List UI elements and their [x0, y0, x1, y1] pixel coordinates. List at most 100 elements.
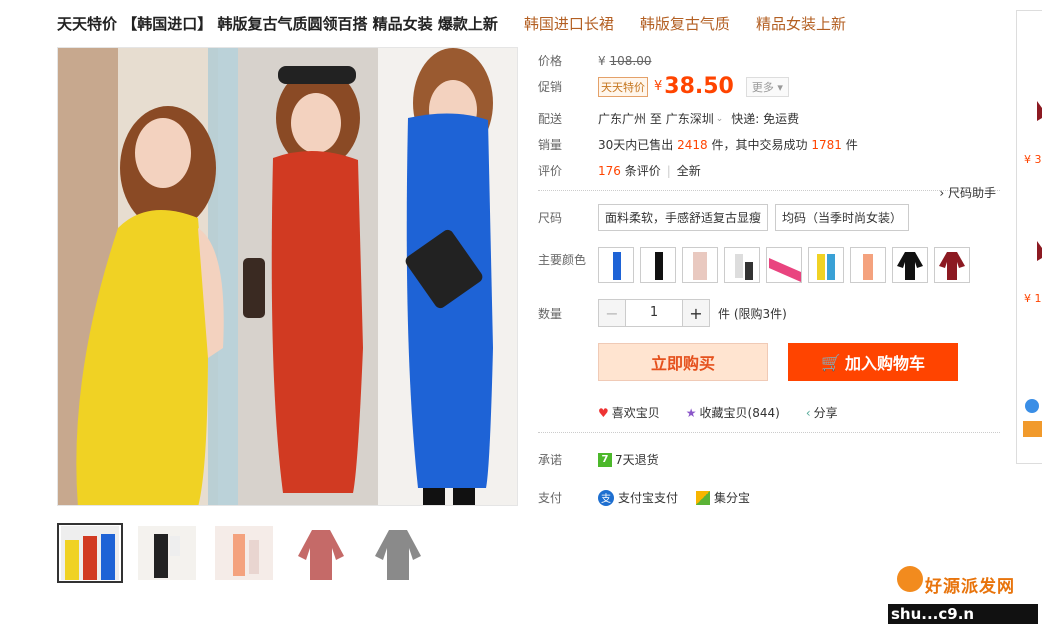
related-item-2-image[interactable]: [1023, 231, 1042, 291]
favorite-label: 收藏宝贝(844): [699, 406, 780, 420]
main-product-image[interactable]: [57, 47, 518, 506]
price-label: 价格: [538, 54, 563, 68]
like-label: 喜欢宝贝: [611, 406, 660, 420]
size-helper-link[interactable]: › 尺码助手: [939, 184, 996, 201]
chevron-down-icon: ▾: [777, 80, 783, 94]
promo-currency: ¥: [654, 79, 663, 94]
size-label: 尺码: [538, 211, 563, 225]
reviews-count-suffix: 条评价: [624, 164, 661, 178]
thumbnail-3[interactable]: [211, 523, 277, 583]
quantity-stepper: − 1 +: [598, 299, 710, 327]
payment-label: 支付: [538, 491, 563, 505]
social-actions: ♥ 喜欢宝贝 ★ 收藏宝贝(844) ‹ 分享: [598, 404, 864, 421]
return-7day-icon: 7: [598, 452, 612, 467]
share-icon: ‹: [805, 405, 811, 420]
watermark-logo: 好源派发网 shu...c9.n: [885, 566, 1042, 633]
more-promo-button[interactable]: 更多 ▾: [745, 76, 789, 97]
color-swatch-orange[interactable]: [850, 247, 886, 283]
related-sidebar: ¥ 3 ¥ 1: [1016, 10, 1042, 464]
alipay-icon: 支: [598, 489, 614, 506]
sales-row: 销量 30天内已售出 2418 件，其中交易成功 1781 件: [538, 136, 858, 153]
color-label: 主要颜色: [538, 253, 587, 267]
quantity-minus-button[interactable]: −: [599, 300, 625, 326]
alipay-text: 支付宝支付: [618, 491, 679, 505]
size-helper-arrow-icon: ›: [939, 186, 945, 200]
promise-row: 承诺 7 7天退货: [538, 451, 659, 468]
promo-row: 促销 天天特价 ¥ 38.50 更多 ▾: [538, 74, 789, 99]
related-item-1-price: ¥ 3: [1024, 153, 1042, 166]
sales-success-count: 1781: [811, 137, 842, 152]
product-title: 天天特价 【韩国进口】 韩版复古气质圆领百搭 精品女装 爆款上新: [57, 14, 498, 33]
service-tab[interactable]: [1023, 421, 1042, 437]
quantity-plus-button[interactable]: +: [683, 300, 709, 326]
cart-icon: 🛒: [821, 352, 841, 372]
size-row: 尺码 面料柔软，手感舒适复古显瘦 均码（当季时尚女装）: [538, 204, 916, 231]
color-swatch-yellow-blue[interactable]: [808, 247, 844, 283]
thumbnail-2[interactable]: [134, 523, 200, 583]
color-swatch-pink-print[interactable]: [682, 247, 718, 283]
reviews-condition: 全新: [676, 164, 701, 178]
size-option-1[interactable]: 面料柔软，手感舒适复古显瘦: [598, 204, 769, 231]
related-item-2-price: ¥ 1: [1024, 292, 1042, 305]
related-item-1-image[interactable]: [1023, 91, 1042, 151]
promo-price: 38.50: [664, 74, 734, 99]
promise-label: 承诺: [538, 453, 563, 467]
divider: [538, 432, 1000, 433]
tag-link-new[interactable]: 精品女装上新: [756, 13, 846, 34]
buy-now-label: 立即购买: [650, 354, 715, 373]
quantity-input[interactable]: 1: [625, 300, 683, 326]
promise-text[interactable]: 7天退货: [615, 451, 659, 468]
thumbnail-5[interactable]: [365, 523, 431, 583]
shipping-row: 配送 广东广州 至 广东深圳 ⌄ 快递: 免运费: [538, 110, 799, 127]
tag-link-korea-dress[interactable]: 韩国进口长裙: [524, 13, 614, 34]
tag-link-retro[interactable]: 韩版复古气质: [640, 13, 730, 34]
color-swatch-black[interactable]: [640, 247, 676, 283]
color-swatch-black-top[interactable]: [892, 247, 928, 283]
add-to-cart-label: 加入购物车: [844, 354, 925, 373]
sales-sold-count: 2418: [677, 137, 708, 152]
heart-icon: ♥: [598, 405, 609, 420]
reviews-row: 评价 176 条评价 | 全新: [538, 162, 701, 179]
sales-suffix: 件: [845, 138, 858, 152]
share-label: 分享: [813, 406, 838, 420]
color-swatch-pink[interactable]: [766, 247, 802, 283]
size-option-2[interactable]: 均码（当季时尚女装）: [775, 204, 910, 231]
color-swatch-red-top[interactable]: [934, 247, 970, 283]
sales-label: 销量: [538, 138, 563, 152]
title-bar: 天天特价 【韩国进口】 韩版复古气质圆领百搭 精品女装 爆款上新 韩国进口长裙 …: [57, 12, 846, 34]
watermark-top-text: 好源派发网: [925, 577, 1015, 597]
divider: [538, 190, 1000, 191]
add-to-cart-button[interactable]: 🛒 加入购物车: [788, 343, 958, 381]
buy-now-button[interactable]: 立即购买: [598, 343, 768, 381]
quantity-row: 数量 − 1 + 件 (限购3件): [538, 299, 787, 327]
jifenbao-icon: [696, 490, 711, 505]
color-swatch-white-black[interactable]: [724, 247, 760, 283]
quantity-label: 数量: [538, 306, 563, 321]
reviews-label: 评价: [538, 164, 563, 178]
service-icon[interactable]: [1025, 399, 1039, 413]
price-row: 价格 ¥ 108.00: [538, 52, 651, 69]
share-action[interactable]: ‹ 分享: [806, 404, 838, 421]
color-swatches: [598, 247, 976, 283]
thumbnail-strip: [57, 523, 442, 583]
sales-mid: 件，其中交易成功: [711, 138, 808, 152]
shipping-to-chevron-icon: ⌄: [715, 113, 724, 124]
shipping-label: 配送: [538, 112, 563, 126]
promo-label: 促销: [538, 80, 563, 94]
star-icon: ★: [685, 405, 697, 420]
reviews-link[interactable]: 176 条评价: [598, 162, 661, 179]
shipping-from[interactable]: 广东广州: [598, 110, 646, 127]
jifenbao-text: 集分宝: [714, 491, 751, 505]
size-helper-label: 尺码助手: [947, 186, 996, 200]
thumbnail-1[interactable]: [57, 523, 123, 583]
like-action[interactable]: ♥ 喜欢宝贝: [598, 404, 660, 421]
promo-tag: 天天特价: [598, 76, 648, 97]
payment-row: 支付 支 支付宝支付 集分宝: [538, 489, 750, 506]
sales-prefix: 30天内已售出: [598, 138, 674, 152]
shipping-to[interactable]: 广东深圳: [666, 110, 714, 127]
favorite-action[interactable]: ★ 收藏宝贝(844): [686, 404, 780, 421]
thumbnail-4[interactable]: [288, 523, 354, 583]
purchase-buttons: 立即购买 🛒 加入购物车: [598, 343, 958, 381]
color-swatch-blue[interactable]: [598, 247, 634, 283]
color-row: 主要颜色: [538, 247, 976, 283]
